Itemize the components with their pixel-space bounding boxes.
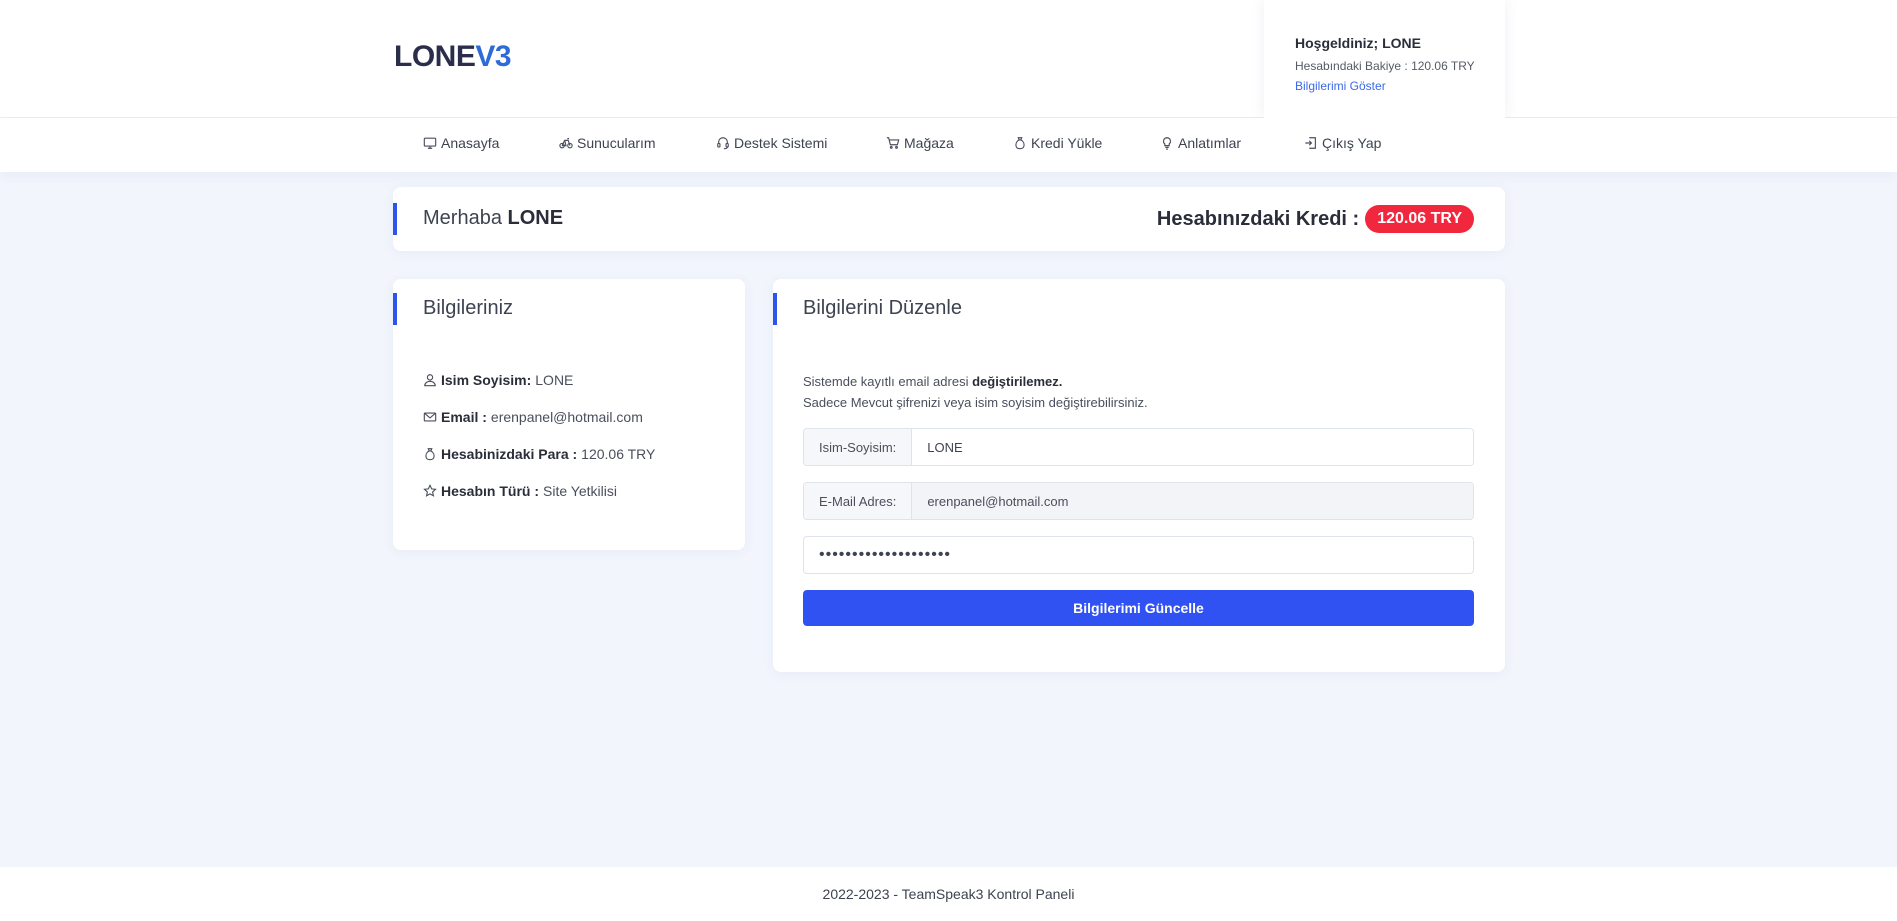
nav-label: Destek Sistemi xyxy=(734,135,828,151)
info-row-name: Isim Soyisim: LONE xyxy=(423,372,573,388)
info-label: Hesabinizdaki Para : xyxy=(441,446,578,462)
nav-item-logout[interactable]: Çıkış Yap xyxy=(1304,135,1381,151)
name-field-label: Isim-Soyisim: xyxy=(804,429,913,465)
info-label: Email : xyxy=(441,409,487,425)
credit-badge: 120.06 TRY xyxy=(1365,205,1474,233)
nav-label: Mağaza xyxy=(904,135,954,151)
info-label: Hesabın Türü : xyxy=(441,483,540,499)
lightbulb-icon xyxy=(1162,137,1172,150)
welcome-title: Hoşgeldiniz; LONE xyxy=(1295,35,1421,51)
header: LONEV3 Hoşgeldiniz; LONE Hesabındaki Bak… xyxy=(0,0,1897,118)
nav-label: Çıkış Yap xyxy=(1322,135,1382,151)
info-row-email: Email : erenpanel@hotmail.com xyxy=(423,409,643,425)
nav-item-servers[interactable]: Sunucularım xyxy=(559,135,656,151)
card-accent-bar xyxy=(393,293,397,325)
user-icon xyxy=(424,374,436,387)
star-icon xyxy=(423,484,437,497)
credit-label: Hesabınızdaki Kredi : xyxy=(1156,207,1360,230)
info-value: 120.06 TRY xyxy=(581,446,656,462)
name-input-group: Isim-Soyisim: xyxy=(803,428,1474,466)
nav-item-load-credit[interactable]: Kredi Yükle xyxy=(1013,135,1102,151)
monitor-icon xyxy=(423,137,437,149)
notice-line-1: Sistemde kayıtlı email adresi değiştiril… xyxy=(803,371,1148,392)
card-accent-bar xyxy=(393,203,397,235)
info-row-account-type: Hesabın Türü : Site Yetkilisi xyxy=(423,483,617,499)
headset-icon xyxy=(717,137,729,150)
welcome-balance: Hesabındaki Bakiye : 120.06 TRY xyxy=(1295,59,1475,73)
info-row-balance: Hesabinizdaki Para : 120.06 TRY xyxy=(423,446,655,462)
envelope-icon xyxy=(423,412,437,422)
email-field xyxy=(912,483,1473,519)
info-value: LONE xyxy=(535,372,574,388)
main-nav: Anasayfa Sunucularım Destek Sistemi Mağa… xyxy=(0,118,1897,172)
nav-item-tutorials[interactable]: Anlatımlar xyxy=(1160,135,1241,151)
footer-text: 2022-2023 - TeamSpeak3 Kontrol Paneli xyxy=(822,886,1075,902)
name-field[interactable] xyxy=(912,429,1473,465)
logo-accent: V3 xyxy=(475,40,512,73)
logo[interactable]: LONEV3 xyxy=(394,40,512,74)
nav-item-store[interactable]: Mağaza xyxy=(886,135,954,151)
logo-main: LONE xyxy=(394,40,476,73)
nav-label: Anasayfa xyxy=(441,135,500,151)
greeting-name: LONE xyxy=(507,207,564,229)
password-field[interactable] xyxy=(803,536,1474,574)
footer: 2022-2023 - TeamSpeak3 Kontrol Paneli xyxy=(0,867,1897,921)
email-input-group: E-Mail Adres: xyxy=(803,482,1474,520)
nav-item-home[interactable]: Anasayfa xyxy=(423,135,499,151)
edit-card-title: Bilgilerini Düzenle xyxy=(803,297,962,319)
card-accent-bar xyxy=(773,293,777,325)
info-card-title: Bilgileriniz xyxy=(423,297,514,319)
bicycle-icon xyxy=(559,138,573,149)
greeting-card: Merhaba LONE Hesabınızdaki Kredi : 120.0… xyxy=(393,187,1505,251)
info-value: Site Yetkilisi xyxy=(543,483,617,499)
notice-line-2: Sadece Mevcut şifrenizi veya isim soyisi… xyxy=(803,395,1148,410)
info-card: Bilgileriniz Isim Soyisim: LONE Email : … xyxy=(393,279,745,550)
cart-icon xyxy=(886,137,900,149)
greeting-text: Merhaba LONE xyxy=(423,207,563,230)
nav-label: Kredi Yükle xyxy=(1031,135,1103,151)
info-value: erenpanel@hotmail.com xyxy=(490,409,643,425)
credit-display: Hesabınızdaki Kredi : 120.06 TRY xyxy=(1157,205,1474,233)
info-label: Isim Soyisim: xyxy=(441,372,532,388)
nav-label: Sunucularım xyxy=(577,135,656,151)
moneybag-icon xyxy=(1015,137,1025,150)
nav-label: Anlatımlar xyxy=(1178,135,1242,151)
greeting-prefix: Merhaba xyxy=(423,207,502,229)
welcome-box: Hoşgeldiniz; LONE Hesabındaki Bakiye : 1… xyxy=(1264,0,1505,118)
email-field-label: E-Mail Adres: xyxy=(804,483,913,519)
nav-item-support[interactable]: Destek Sistemi xyxy=(716,135,827,151)
show-info-link[interactable]: Bilgilerimi Göster xyxy=(1295,79,1386,93)
update-info-button[interactable]: Bilgilerimi Güncelle xyxy=(803,590,1474,626)
notice-text: Sistemde kayıtlı email adresi xyxy=(803,374,969,389)
edit-notice: Sistemde kayıtlı email adresi değiştiril… xyxy=(803,371,1148,413)
edit-card: Bilgilerini Düzenle Sistemde kayıtlı ema… xyxy=(773,279,1505,672)
moneybag-icon xyxy=(425,448,435,461)
notice-bold: değiştirilemez. xyxy=(972,374,1063,389)
logout-icon xyxy=(1305,137,1316,149)
